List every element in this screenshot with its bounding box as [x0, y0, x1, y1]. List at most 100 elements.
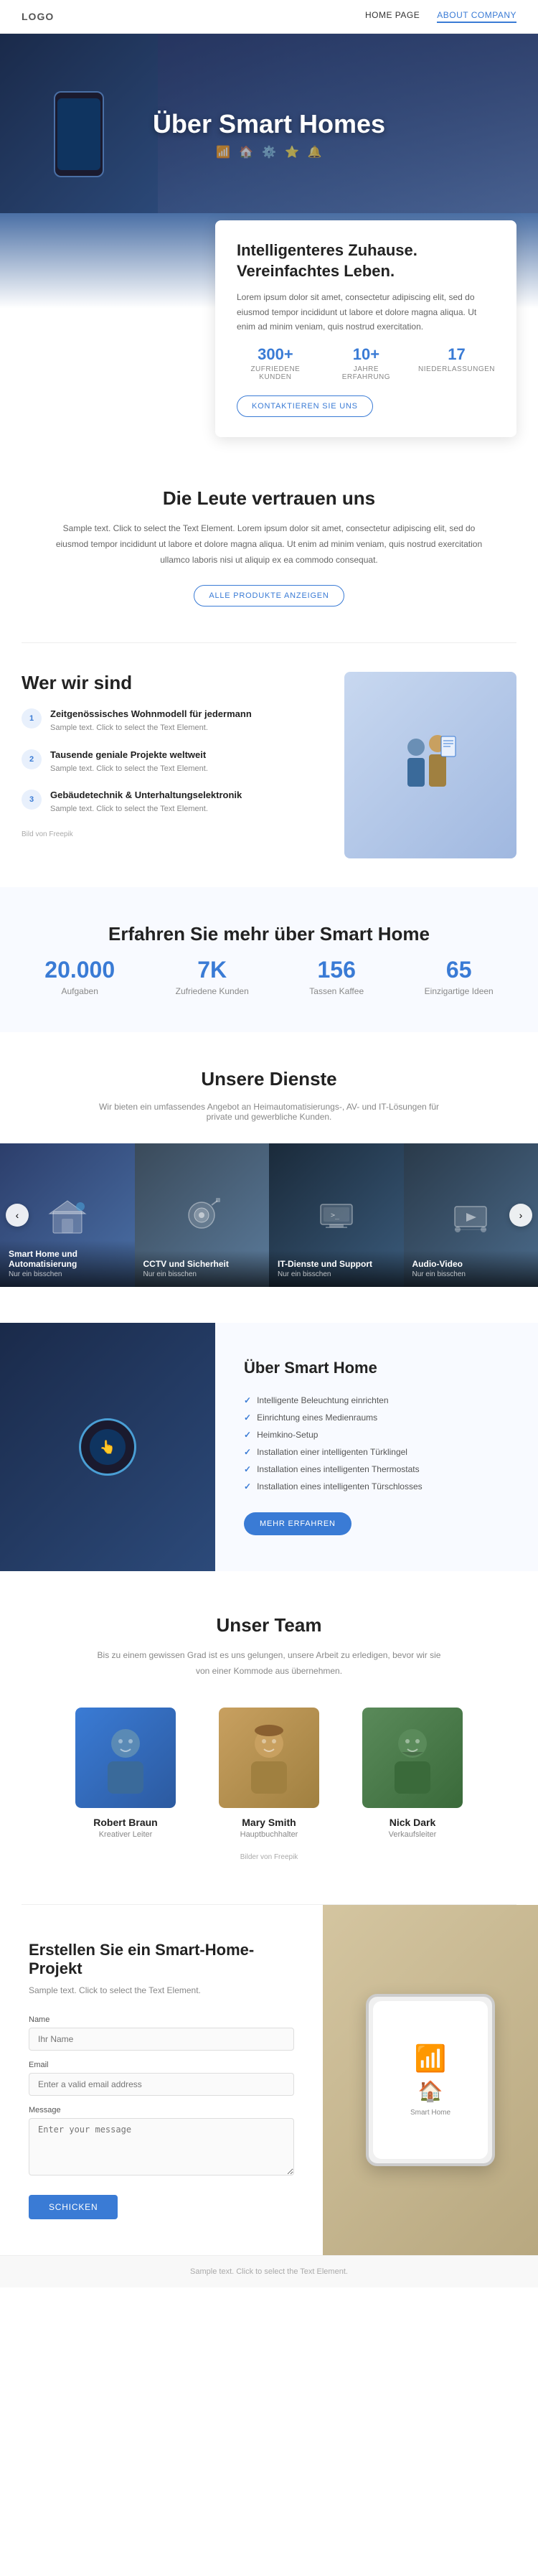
stats-bar-num-2: 156 — [309, 957, 364, 983]
trust-button-wrap: ALLE PRODUKTE ANZEIGEN — [22, 585, 516, 606]
smart-home-illustration — [46, 1194, 89, 1237]
who-item-title-2: Gebäudetechnik & Unterhaltungselektronik — [50, 790, 242, 800]
service-card-title-3: Audio-Video — [412, 1259, 530, 1269]
stat-label-1: JAHRE ERFAHRUNG — [331, 365, 401, 381]
services-slider: ‹ Smart Home und Automatisierung Nur ein… — [0, 1143, 538, 1287]
who-item-1: 2 Tausende geniale Projekte weltweit Sam… — [22, 749, 323, 776]
who-image — [344, 672, 516, 858]
team-cards: Robert Braun Kreativer Leiter — [22, 1708, 516, 1839]
settings-icon: ⚙️ — [262, 145, 276, 159]
avatar-image-2 — [362, 1708, 463, 1808]
email-input[interactable] — [29, 2073, 294, 2096]
footer-text: Sample text. Click to select the Text El… — [190, 2267, 348, 2276]
who-item-text-1: Sample text. Click to select the Text El… — [50, 763, 208, 776]
logo: logo — [22, 11, 54, 22]
team-role-0: Kreativer Leiter — [61, 1830, 190, 1839]
stat-num-2: 17 — [418, 345, 495, 364]
check-item-2: ✓ Heimkino-Setup — [244, 1426, 509, 1443]
check-icon-4: ✓ — [244, 1464, 251, 1474]
avatar-image-1 — [219, 1708, 319, 1808]
check-text-5: Installation eines intelligenten Türschl… — [257, 1481, 423, 1491]
service-card-sub-1: Nur ein bisschen — [143, 1270, 261, 1278]
card-description: Lorem ipsum dolor sit amet, consectetur … — [237, 290, 495, 334]
navigation: logo HOME PAGE ABOUT COMPANY — [0, 0, 538, 34]
trust-section: Die Leute vertrauen uns Sample text. Cli… — [0, 451, 538, 642]
stats-bar-num-1: 7K — [176, 957, 249, 983]
slider-prev-button[interactable]: ‹ — [6, 1204, 29, 1227]
check-icon-2: ✓ — [244, 1430, 251, 1440]
wifi-icon: 📶 — [216, 145, 230, 159]
contact-description: Sample text. Click to select the Text El… — [29, 1984, 294, 1997]
uber-title: Über Smart Home — [244, 1359, 509, 1377]
uber-image: 👆 — [0, 1323, 215, 1571]
who-item-title-0: Zeitgenössisches Wohnmodell für jederman… — [50, 708, 252, 719]
who-image-credit: Bild von Freepik — [22, 830, 323, 838]
nick-avatar — [384, 1722, 441, 1794]
hero-section: Über Smart Homes 📶 🏠 ⚙️ ⭐ 🔔 — [0, 34, 538, 235]
smart-device-center: 👆 — [90, 1429, 126, 1465]
form-group-name: Name — [29, 2015, 294, 2051]
stats-bar-item-3: 65 Einzigartige Ideen — [425, 957, 494, 996]
nav-about[interactable]: ABOUT COMPANY — [437, 10, 516, 23]
tablet-mockup: 📶 🏠 Smart Home — [366, 1994, 495, 2166]
team-card-0: Robert Braun Kreativer Leiter — [61, 1708, 190, 1839]
team-avatar-0 — [75, 1708, 176, 1808]
check-icon-5: ✓ — [244, 1481, 251, 1491]
who-item-text-2: Sample text. Click to select the Text El… — [50, 803, 242, 816]
tablet-label: Smart Home — [410, 2109, 450, 2117]
form-part: Erstellen Sie ein Smart-Home-Projekt Sam… — [0, 1905, 323, 2254]
services-title: Unsere Dienste — [22, 1068, 516, 1090]
team-image-credit: Bilder von Freepik — [22, 1853, 516, 1861]
check-item-1: ✓ Einrichtung eines Medienraums — [244, 1409, 509, 1426]
svg-text:>_: >_ — [331, 1212, 340, 1219]
who-item-2: 3 Gebäudetechnik & Unterhaltungselektron… — [22, 790, 323, 816]
smart-device-ring: 👆 — [79, 1418, 136, 1476]
contact-button[interactable]: KONTAKTIEREN SIE UNS — [237, 395, 373, 417]
robert-avatar — [97, 1722, 154, 1794]
check-text-0: Intelligente Beleuchtung einrichten — [257, 1395, 388, 1405]
stat-2: 17 NIEDERLASSUNGEN — [418, 345, 495, 381]
check-item-0: ✓ Intelligente Beleuchtung einrichten — [244, 1392, 509, 1409]
uber-checklist: ✓ Intelligente Beleuchtung einrichten ✓ … — [244, 1392, 509, 1495]
service-card-overlay-2: IT-Dienste und Support Nur ein bisschen — [269, 1250, 404, 1287]
check-icon-1: ✓ — [244, 1413, 251, 1423]
check-text-3: Installation einer intelligenten Türklin… — [257, 1447, 407, 1457]
services-section: Unsere Dienste Wir bieten ein umfassende… — [0, 1032, 538, 1323]
learn-more-button[interactable]: MEHR ERFAHREN — [244, 1512, 351, 1535]
team-title: Unser Team — [22, 1614, 516, 1636]
team-name-0: Robert Braun — [61, 1817, 190, 1828]
submit-button[interactable]: SCHICKEN — [29, 2195, 118, 2219]
check-item-4: ✓ Installation eines intelligenten Therm… — [244, 1461, 509, 1478]
home-icon: 🏠 — [239, 145, 253, 159]
products-button[interactable]: ALLE PRODUKTE ANZEIGEN — [194, 585, 344, 606]
form-label-email: Email — [29, 2061, 294, 2069]
who-num-1: 2 — [22, 749, 42, 769]
who-image-placeholder — [344, 672, 516, 858]
team-avatar-1 — [219, 1708, 319, 1808]
slider-next-button[interactable]: › — [509, 1204, 532, 1227]
check-text-2: Heimkino-Setup — [257, 1430, 318, 1440]
who-item-text-0: Sample text. Click to select the Text El… — [50, 722, 252, 735]
tablet-image: 📶 🏠 Smart Home — [323, 1905, 538, 2254]
service-card-2: >_ IT-Dienste und Support Nur ein bissch… — [269, 1143, 404, 1287]
service-card-title-2: IT-Dienste und Support — [278, 1259, 395, 1269]
check-text-4: Installation eines intelligenten Thermos… — [257, 1464, 420, 1474]
stats-bar-label-0: Aufgaben — [44, 986, 115, 996]
team-name-1: Mary Smith — [204, 1817, 334, 1828]
message-input[interactable] — [29, 2118, 294, 2175]
stat-label-2: NIEDERLASSUNGEN — [418, 365, 495, 373]
bell-icon: 🔔 — [308, 145, 322, 159]
nav-home[interactable]: HOME PAGE — [365, 10, 420, 23]
service-card-1: CCTV und Sicherheit Nur ein bisschen — [135, 1143, 270, 1287]
hero-icons: 📶 🏠 ⚙️ ⭐ 🔔 — [153, 145, 385, 159]
stats-bar-item-1: 7K Zufriedene Kunden — [176, 957, 249, 996]
name-input[interactable] — [29, 2028, 294, 2051]
stats-bar-title: Erfahren Sie mehr über Smart Home — [22, 923, 516, 945]
check-item-5: ✓ Installation eines intelligenten Türsc… — [244, 1478, 509, 1495]
team-avatar-2 — [362, 1708, 463, 1808]
who-section: Wer wir sind 1 Zeitgenössisches Wohnmode… — [0, 643, 538, 887]
who-left: Wer wir sind 1 Zeitgenössisches Wohnmode… — [22, 672, 323, 838]
uber-section: 👆 Über Smart Home ✓ Intelligente Beleuch… — [0, 1323, 538, 1571]
footer: Sample text. Click to select the Text El… — [0, 2255, 538, 2287]
team-name-2: Nick Dark — [348, 1817, 477, 1828]
